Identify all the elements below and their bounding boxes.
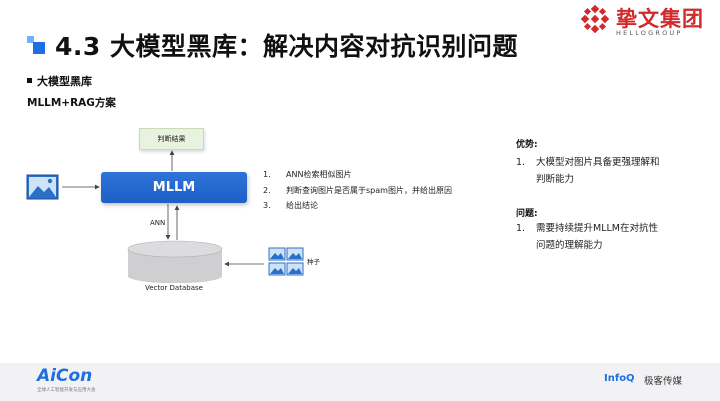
vector-database-label: Vector Database <box>145 284 203 292</box>
step-item: 3. 给出结论 <box>263 201 318 210</box>
list-item-continuation: 问题的理解能力 <box>536 240 603 251</box>
seed-label: 种子 <box>307 258 320 266</box>
step-item: 1. ANN检索相似图片 <box>263 170 352 179</box>
infoq-logo: InfoQ <box>604 373 635 384</box>
advantages-list: 1. 大模型对图片具备更强理解和 判断能力 <box>516 154 660 188</box>
query-image-icon <box>26 174 59 200</box>
problems-title: 问题: <box>516 209 538 219</box>
vector-database-icon <box>127 240 223 283</box>
step-item: 2. 判断查询图片是否属于spam图片，并给出原因 <box>263 185 452 195</box>
aicon-logo: AiCon <box>37 366 93 386</box>
process-steps: 1. ANN检索相似图片 2. 判断查询图片是否属于spam图片，并给出原因 3. 给… <box>263 169 452 216</box>
media-logo: 极客传媒 <box>644 376 683 387</box>
problems-list: 1. 需要持续提升MLLM在对抗性 问题的理解能力 <box>516 220 658 254</box>
advantages-title: 优势: <box>516 140 538 150</box>
mllm-box: MLLM <box>101 172 247 203</box>
judge-result-box: 判断结果 <box>139 128 204 150</box>
ann-label: ANN <box>150 219 166 227</box>
list-item: 1. 大模型对图片具备更强理解和 <box>516 157 660 168</box>
aicon-subtitle: 全球人工智能开发与应用大会 <box>37 388 96 393</box>
list-item: 1. 需要持续提升MLLM在对抗性 <box>516 223 658 234</box>
list-item-continuation: 判断能力 <box>536 174 575 185</box>
seed-images-icon <box>268 247 304 276</box>
